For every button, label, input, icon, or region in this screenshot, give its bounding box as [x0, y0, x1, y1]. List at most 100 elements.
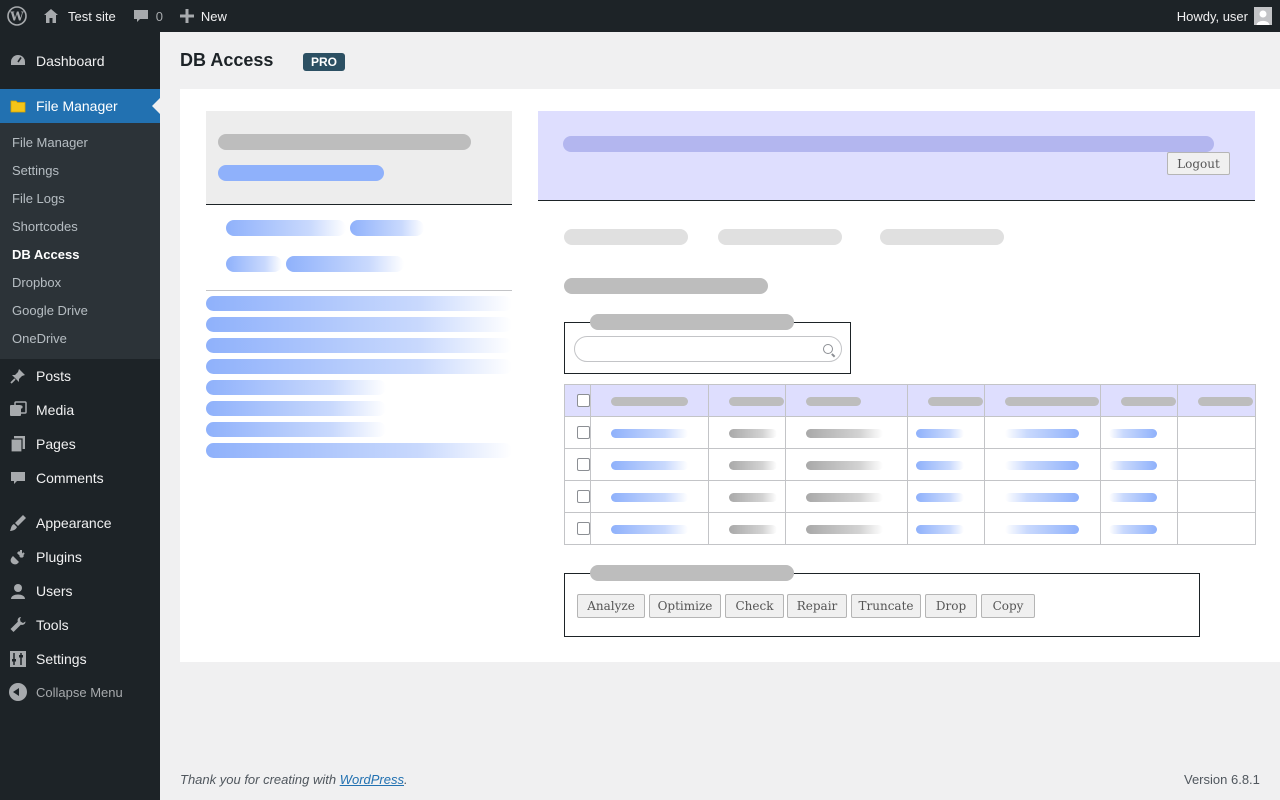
header-cell[interactable] — [984, 384, 1101, 417]
comment-icon — [133, 10, 148, 22]
table-row[interactable] — [564, 512, 1256, 545]
search-input[interactable] — [574, 336, 842, 362]
cell-skeleton — [806, 429, 883, 438]
table-row[interactable] — [564, 416, 1256, 449]
skeleton-bar — [218, 134, 471, 150]
plus-icon — [179, 9, 194, 23]
wordpress-link[interactable]: WordPress — [340, 772, 404, 787]
tab-skeleton[interactable] — [564, 229, 688, 245]
tab-skeleton[interactable] — [718, 229, 842, 245]
tab-skeleton[interactable] — [880, 229, 1004, 245]
repair-button[interactable]: Repair — [787, 594, 847, 618]
copy-button[interactable]: Copy — [981, 594, 1035, 618]
db-sidebar-header — [206, 111, 512, 205]
submenu-shortcodes[interactable]: Shortcodes — [12, 219, 78, 234]
row-checkbox[interactable] — [577, 490, 590, 503]
cell-skeleton — [729, 525, 777, 534]
menu-item-dashboard[interactable]: Dashboard — [0, 44, 160, 78]
submenu-file-manager[interactable]: File Manager — [12, 135, 88, 150]
submenu-db-access[interactable]: DB Access — [12, 247, 79, 262]
my-account-link[interactable]: Howdy, user — [1177, 0, 1280, 32]
row-checkbox[interactable] — [577, 426, 590, 439]
admin-sidebar: Dashboard File Manager File Manager Sett… — [0, 32, 160, 800]
menu-label: Users — [36, 583, 73, 599]
cell-skeleton — [729, 429, 777, 438]
menu-label: Comments — [36, 470, 104, 486]
header-cell[interactable] — [1177, 384, 1256, 417]
dashboard-icon — [9, 52, 27, 70]
admin-bar: W Test site 0 New Howdy, user — [0, 0, 1280, 32]
submenu-dropbox[interactable]: Dropbox — [12, 275, 61, 290]
cell-skeleton — [916, 429, 964, 438]
cell-skeleton — [806, 525, 883, 534]
submenu-onedrive[interactable]: OneDrive — [12, 331, 67, 346]
site-name-link[interactable]: Test site — [34, 0, 124, 32]
cell-skeleton — [1109, 429, 1157, 438]
row-checkbox[interactable] — [577, 522, 590, 535]
menu-item-tools[interactable]: Tools — [0, 608, 160, 642]
menu-item-users[interactable]: Users — [0, 574, 160, 608]
table-row[interactable] — [564, 448, 1256, 481]
new-label: New — [200, 8, 227, 24]
header-cell[interactable] — [907, 384, 985, 417]
brush-icon — [9, 514, 27, 532]
menu-label: Plugins — [36, 549, 82, 565]
menu-item-pages[interactable]: Pages — [0, 427, 160, 461]
menu-label: Settings — [36, 651, 87, 667]
header-cell[interactable] — [590, 384, 709, 417]
drop-button[interactable]: Drop — [925, 594, 977, 618]
menu-item-media[interactable]: Media — [0, 393, 160, 427]
collapse-menu-button[interactable]: Collapse Menu — [9, 683, 123, 701]
table-header-row — [564, 384, 1256, 417]
footer-thanks-prefix: Thank you for creating with — [180, 772, 340, 787]
header-cell[interactable] — [1100, 384, 1178, 417]
comments-link[interactable]: 0 — [124, 0, 171, 32]
pages-icon — [9, 435, 27, 453]
menu-item-comments[interactable]: Comments — [0, 461, 160, 495]
header-skeleton — [1198, 397, 1253, 406]
menu-item-settings[interactable]: Settings — [0, 642, 160, 676]
analyze-button[interactable]: Analyze — [577, 594, 645, 618]
table-list-skeleton — [206, 338, 512, 353]
menu-item-posts[interactable]: Posts — [0, 359, 160, 393]
cell-skeleton — [916, 461, 964, 470]
menu-item-appearance[interactable]: Appearance — [0, 506, 160, 540]
cell-skeleton — [806, 493, 883, 502]
row-checkbox[interactable] — [577, 458, 590, 471]
header-cell[interactable] — [785, 384, 908, 417]
table-list-skeleton — [206, 443, 512, 458]
menu-label: Posts — [36, 368, 72, 384]
wordpress-logo-button[interactable]: W — [0, 0, 34, 32]
fieldset-legend-skeleton — [590, 565, 794, 581]
menu-item-file-manager[interactable]: File Manager — [0, 89, 160, 123]
cell-skeleton — [1109, 525, 1157, 534]
header-skeleton — [611, 397, 688, 406]
search-icon[interactable] — [823, 344, 833, 354]
footer-thanks-suffix: . — [404, 772, 408, 787]
submenu-file-logs[interactable]: File Logs — [12, 191, 65, 206]
check-button[interactable]: Check — [725, 594, 784, 618]
optimize-button[interactable]: Optimize — [649, 594, 721, 618]
table-row[interactable] — [564, 480, 1256, 513]
submenu-settings[interactable]: Settings — [12, 163, 59, 178]
header-cell[interactable] — [708, 384, 786, 417]
submenu-google-drive[interactable]: Google Drive — [12, 303, 88, 318]
skeleton-bar — [226, 220, 346, 236]
logout-button[interactable]: Logout — [1167, 152, 1230, 175]
table-list-skeleton — [206, 380, 386, 395]
select-all-checkbox[interactable] — [577, 394, 590, 407]
cell-skeleton — [611, 461, 688, 470]
header-cell — [564, 384, 591, 417]
wordpress-logo-icon: W — [7, 6, 27, 26]
page-title: DB Access — [180, 50, 274, 70]
menu-label: Pages — [36, 436, 76, 452]
truncate-button[interactable]: Truncate — [851, 594, 921, 618]
cell-skeleton — [611, 493, 688, 502]
plug-icon — [9, 548, 27, 566]
new-content-link[interactable]: New — [171, 0, 235, 32]
cell-skeleton — [611, 525, 688, 534]
menu-label: Appearance — [36, 515, 112, 531]
skeleton-bar — [286, 256, 404, 272]
menu-item-plugins[interactable]: Plugins — [0, 540, 160, 574]
pro-badge: PRO — [303, 53, 346, 71]
